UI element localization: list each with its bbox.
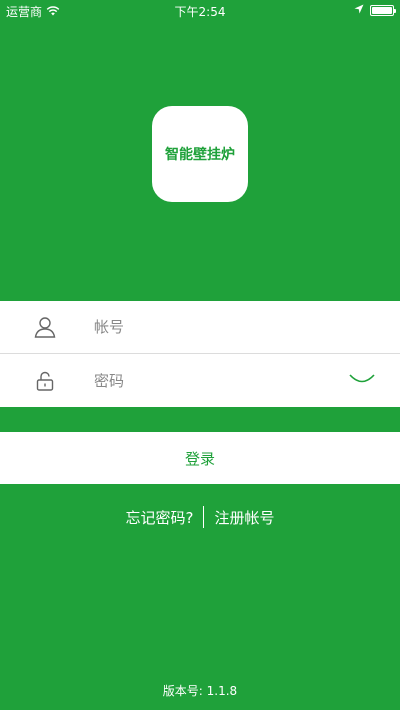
forgot-password-link[interactable]: 忘记密码? bbox=[116, 507, 204, 528]
app-logo-text: 智能壁挂炉 bbox=[165, 147, 235, 163]
location-arrow-icon bbox=[354, 3, 364, 17]
account-input[interactable] bbox=[94, 312, 340, 342]
app-logo: 智能壁挂炉 bbox=[152, 106, 248, 202]
login-button[interactable]: 登录 bbox=[0, 432, 400, 484]
register-link[interactable]: 注册帐号 bbox=[204, 507, 284, 528]
battery-icon bbox=[370, 4, 396, 16]
auth-links: 忘记密码? 注册帐号 bbox=[0, 505, 400, 529]
eye-closed-icon[interactable] bbox=[348, 372, 376, 388]
status-bar: 运营商 下午2:54 bbox=[0, 0, 400, 20]
login-form bbox=[0, 301, 400, 407]
password-input[interactable] bbox=[94, 365, 340, 396]
status-time: 下午2:54 bbox=[174, 5, 226, 19]
version-label: 版本号: 1.1.8 bbox=[162, 684, 238, 698]
password-row bbox=[0, 354, 400, 407]
account-row bbox=[0, 301, 400, 354]
status-right bbox=[354, 3, 396, 17]
unlock-icon bbox=[34, 370, 56, 392]
user-icon bbox=[34, 316, 56, 338]
